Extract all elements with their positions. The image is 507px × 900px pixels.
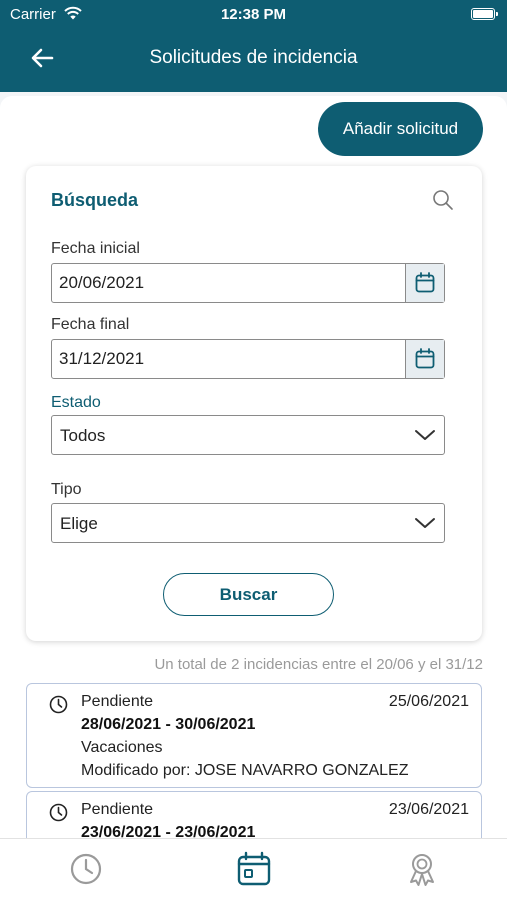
results-summary: Un total de 2 incidencias entre el 20/06… xyxy=(154,656,483,673)
fecha-final-field xyxy=(51,339,445,379)
result-card[interactable]: Pendiente 25/06/2021 28/06/2021 - 30/06/… xyxy=(26,683,482,788)
tab-award-icon[interactable] xyxy=(404,851,440,887)
search-icon[interactable] xyxy=(432,189,454,211)
result-date: 25/06/2021 xyxy=(388,693,469,710)
search-card: Búsqueda Fecha inicial Fecha final xyxy=(26,166,482,641)
result-range: 23/06/2021 - 23/06/2021 xyxy=(81,824,256,838)
chevron-down-icon xyxy=(415,430,435,440)
fecha-inicial-calendar-button[interactable] xyxy=(405,264,444,302)
estado-value: Todos xyxy=(60,426,106,445)
result-type: Vacaciones xyxy=(81,739,163,756)
search-title: Búsqueda xyxy=(51,190,139,210)
tipo-select[interactable]: Elige xyxy=(51,503,445,543)
result-date: 23/06/2021 xyxy=(388,801,469,818)
search-button[interactable]: Buscar xyxy=(163,573,334,616)
fecha-inicial-label: Fecha inicial xyxy=(51,240,140,257)
tab-clock-icon[interactable] xyxy=(68,851,104,887)
add-request-button[interactable]: Añadir solicitud xyxy=(318,102,483,156)
page-title: Solicitudes de incidencia xyxy=(149,47,358,68)
calendar-icon xyxy=(415,272,435,293)
result-status: Pendiente xyxy=(81,693,154,710)
clock-icon xyxy=(49,803,68,822)
status-bar: Carrier 12:38 PM xyxy=(0,0,507,28)
tipo-value: Elige xyxy=(60,514,98,533)
tipo-label: Tipo xyxy=(51,481,82,498)
estado-select[interactable]: Todos xyxy=(51,415,445,455)
result-modified-by: Modificado por: JOSE NAVARRO GONZALEZ xyxy=(81,762,409,779)
status-time: 12:38 PM xyxy=(220,6,287,23)
estado-label: Estado xyxy=(51,394,101,411)
result-range: 28/06/2021 - 30/06/2021 xyxy=(81,716,256,733)
tab-bar xyxy=(0,838,507,900)
calendar-icon xyxy=(415,348,435,369)
fecha-inicial-input[interactable] xyxy=(52,264,406,302)
result-status: Pendiente xyxy=(81,801,154,818)
tab-calendar-icon[interactable] xyxy=(236,851,272,887)
chevron-down-icon xyxy=(415,518,435,528)
result-card[interactable]: Pendiente 23/06/2021 23/06/2021 - 23/06/… xyxy=(26,791,482,838)
app-header: Carrier 12:38 PM Solicitudes de incidenc… xyxy=(0,0,507,92)
fecha-final-input[interactable] xyxy=(52,340,406,378)
clock-icon xyxy=(49,695,68,714)
main-content: Añadir solicitud Búsqueda Fecha inicial … xyxy=(0,96,507,838)
battery-icon xyxy=(471,8,498,20)
fecha-final-calendar-button[interactable] xyxy=(405,340,444,378)
fecha-final-label: Fecha final xyxy=(51,316,130,333)
fecha-inicial-field xyxy=(51,263,445,303)
